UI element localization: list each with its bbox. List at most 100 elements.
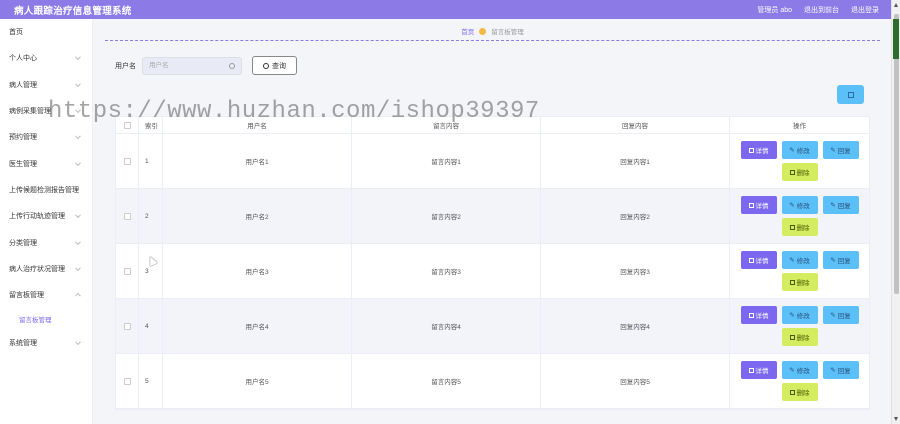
detail-button[interactable]: 详情 (740, 196, 777, 214)
pencil-icon: ✎ (789, 257, 795, 264)
select-all-checkbox[interactable] (123, 121, 131, 129)
table-header: 索引 用户名 留言内容 回复内容 操作 (116, 117, 869, 134)
detail-button[interactable]: 详情 (740, 251, 777, 269)
row-user: 用户名4 (162, 299, 351, 353)
row-checkbox[interactable] (123, 157, 131, 165)
breadcrumb-home[interactable]: 首页 (461, 26, 474, 36)
detail-icon (748, 367, 754, 373)
delete-button[interactable]: 删除 (781, 383, 818, 401)
reply-button[interactable]: ✎ 回复 (822, 361, 859, 379)
top-header: 病人跟踪治疗信息管理系统 管理员 abo 退出到前台 退出登录 (0, 0, 891, 19)
sidebar-item-case-collection[interactable]: 病例采集管理 (0, 98, 92, 124)
row-message: 留言内容2 (351, 189, 540, 243)
reply-button[interactable]: ✎ 回复 (822, 251, 859, 269)
reply-button[interactable]: ✎ 回复 (822, 141, 859, 159)
trash-icon (789, 279, 795, 285)
reply-button[interactable]: ✎ 回复 (822, 196, 859, 214)
row-user: 用户名1 (162, 134, 351, 188)
sidebar-item-message-board[interactable]: 留言板管理 (0, 282, 92, 308)
detail-icon (748, 257, 754, 263)
page-scrollbar[interactable] (891, 0, 900, 424)
message-table: 索引 用户名 留言内容 回复内容 操作 1 用户名1 留言内容1 回复内容1 详… (115, 116, 870, 410)
detail-button[interactable]: 详情 (740, 361, 777, 379)
trash-icon (789, 334, 795, 340)
row-checkbox[interactable] (123, 377, 131, 385)
pencil-icon: ✎ (830, 202, 836, 209)
table-row: 3 用户名3 留言内容3 回复内容3 详情 ✎ 修改 ✎ 回复 删除 (116, 244, 869, 299)
row-user: 用户名5 (162, 354, 351, 408)
exit-to-frontend-link[interactable]: 退出到前台 (804, 5, 839, 15)
delete-button[interactable]: 删除 (781, 218, 818, 236)
pencil-icon: ✎ (830, 367, 836, 374)
sidebar-item-treatment-status[interactable]: 病人治疗状况管理 (0, 256, 92, 282)
reply-button[interactable]: ✎ 回复 (822, 306, 859, 324)
trash-icon (789, 169, 795, 175)
sidebar-item-home[interactable]: 首页 (0, 19, 92, 45)
row-checkbox[interactable] (123, 267, 131, 275)
sidebar-item-trajectory[interactable]: 上传行动轨迹管理 (0, 203, 92, 229)
chevron-down-icon (75, 107, 81, 114)
search-input[interactable] (149, 62, 229, 69)
row-user: 用户名3 (162, 244, 351, 298)
chevron-up-icon (75, 293, 81, 299)
row-reply: 回复内容5 (540, 354, 729, 408)
pencil-icon: ✎ (830, 147, 836, 154)
sidebar-item-system[interactable]: 系统管理 (0, 330, 92, 356)
scroll-down-arrow-icon[interactable] (894, 417, 898, 421)
admin-user-link[interactable]: 管理员 abo (757, 5, 792, 15)
sidebar-item-category[interactable]: 分类管理 (0, 229, 92, 255)
logout-link[interactable]: 退出登录 (851, 5, 879, 15)
sidebar-item-patient[interactable]: 病人管理 (0, 72, 92, 98)
detail-button[interactable]: 详情 (740, 141, 777, 159)
sidebar-item-personal-center[interactable]: 个人中心 (0, 45, 92, 71)
edit-button[interactable]: ✎ 修改 (781, 196, 818, 214)
pencil-icon: ✎ (789, 202, 795, 209)
main-content: 首页 留言板管理 用户名 查询 索引 用户名 留言内容 回复内容 操作 1 用户… (93, 19, 891, 424)
add-button[interactable] (837, 85, 864, 104)
search-icon (229, 62, 235, 69)
edit-button[interactable]: ✎ 修改 (781, 141, 818, 159)
table-row: 4 用户名4 留言内容4 回复内容4 详情 ✎ 修改 ✎ 回复 删除 (116, 299, 869, 354)
row-checkbox[interactable] (123, 212, 131, 220)
edit-button[interactable]: ✎ 修改 (781, 251, 818, 269)
row-message: 留言内容4 (351, 299, 540, 353)
pencil-icon: ✎ (830, 312, 836, 319)
chevron-down-icon (75, 81, 81, 87)
search-label: 用户名 (115, 62, 136, 70)
scroll-up-arrow-icon[interactable] (894, 3, 898, 7)
row-reply: 回复内容1 (540, 134, 729, 188)
pencil-icon: ✎ (789, 367, 795, 374)
chevron-down-icon (75, 159, 81, 166)
sidebar-item-doctor[interactable]: 医生管理 (0, 150, 92, 176)
sidebar-item-appointment[interactable]: 预约管理 (0, 124, 92, 150)
detail-icon (748, 147, 754, 153)
row-checkbox[interactable] (123, 322, 131, 330)
chevron-down-icon (75, 238, 81, 245)
scrollbar-marker (893, 19, 899, 59)
row-reply: 回复内容3 (540, 244, 729, 298)
breadcrumb-separator-icon (479, 27, 487, 35)
row-index: 3 (138, 244, 162, 298)
delete-button[interactable]: 删除 (781, 163, 818, 181)
search-bar: 用户名 查询 (115, 56, 297, 75)
chevron-down-icon (75, 133, 81, 140)
delete-button[interactable]: 删除 (781, 328, 818, 346)
search-input-wrapper[interactable] (142, 56, 242, 75)
detail-icon (748, 312, 754, 318)
edit-button[interactable]: ✎ 修改 (781, 306, 818, 324)
edit-button[interactable]: ✎ 修改 (781, 361, 818, 379)
chevron-down-icon (75, 54, 81, 61)
chevron-down-icon (75, 265, 81, 271)
sidebar-item-test-report[interactable]: 上传候题检测报告管理 (0, 177, 92, 203)
row-user: 用户名2 (162, 189, 351, 243)
header-index: 索引 (138, 117, 162, 133)
detail-button[interactable]: 详情 (740, 306, 777, 324)
detail-icon (748, 202, 754, 208)
delete-button[interactable]: 删除 (781, 273, 818, 291)
search-button[interactable]: 查询 (252, 56, 297, 75)
pencil-icon: ✎ (789, 147, 795, 154)
header-message: 留言内容 (351, 117, 540, 133)
pencil-icon: ✎ (789, 312, 795, 319)
plus-square-icon (847, 91, 854, 98)
sidebar-subitem-message-board[interactable]: 留言板管理 (0, 308, 92, 330)
